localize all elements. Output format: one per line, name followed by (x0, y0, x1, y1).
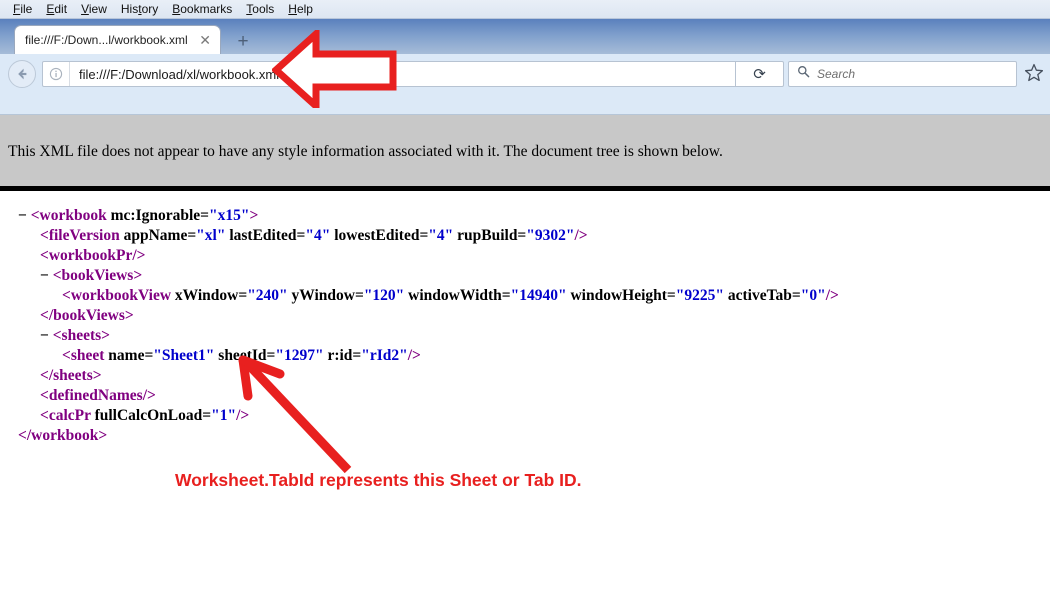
menu-item-history[interactable]: History (114, 1, 165, 17)
bookmark-star-icon (1023, 71, 1045, 88)
close-icon[interactable]: ✕ (196, 33, 214, 47)
xml-attribute-value: "4" (428, 227, 453, 244)
xml-attribute-name: rupBuild= (453, 227, 526, 244)
browser-window: FileEditViewHistoryBookmarksToolsHelp fi… (0, 0, 1050, 600)
xml-attribute-value: "4" (305, 227, 330, 244)
search-box[interactable]: Search (788, 61, 1017, 87)
xml-line: </workbook> (18, 426, 107, 446)
xml-line: <workbookPr/> (40, 246, 146, 266)
xml-attribute-name: xWindow= (171, 287, 247, 304)
xml-tag: </sheets> (40, 367, 102, 384)
search-icon (797, 65, 810, 83)
xml-line: − <sheets> (40, 326, 110, 346)
xml-line: <definedNames/> (40, 386, 156, 406)
menu-accelerator: F (13, 2, 20, 16)
xml-tag: <workbookPr/> (40, 247, 146, 264)
xml-tag: <sheet (62, 347, 104, 364)
menu-item-view[interactable]: View (74, 1, 114, 17)
xml-attribute-name: appName= (120, 227, 196, 244)
xml-attribute-value: "0" (801, 287, 826, 304)
xml-line: − <bookViews> (40, 266, 142, 286)
xml-line: </sheets> (40, 366, 102, 386)
xml-attribute-value: "Sheet1" (153, 347, 214, 364)
xml-attribute-value: "240" (247, 287, 287, 304)
xml-attribute-name: fullCalcOnLoad= (91, 407, 211, 424)
xml-attribute-name: windowWidth= (404, 287, 510, 304)
xml-attribute-value: "rId2" (361, 347, 408, 364)
xml-line: <fileVersion appName="xl" lastEdited="4"… (40, 226, 588, 246)
xml-attribute-name: mc:Ignorable= (107, 207, 209, 224)
menu-item-tools[interactable]: Tools (239, 1, 281, 17)
xml-tag: <bookViews> (53, 267, 142, 284)
info-circle-icon[interactable] (43, 62, 70, 86)
xml-tag: <calcPr (40, 407, 91, 424)
xml-line: <calcPr fullCalcOnLoad="1"/> (40, 406, 249, 426)
xml-attribute-name: yWindow= (288, 287, 364, 304)
new-tab-button[interactable]: + (228, 29, 258, 54)
xml-attribute-value: "14940" (511, 287, 567, 304)
url-text: file:///F:/Download/xl/workbook.xml (70, 67, 279, 82)
collapse-toggle-icon[interactable]: − (18, 207, 31, 224)
reload-icon: ⟳ (753, 65, 766, 83)
xml-attribute-value: "9302" (526, 227, 574, 244)
xml-attribute-value: "xl" (196, 227, 225, 244)
menu-item-help[interactable]: Help (281, 1, 320, 17)
tab-title: file:///F:/Down...l/workbook.xml (25, 33, 196, 47)
xml-attribute-name: activeTab= (724, 287, 801, 304)
xml-attribute-value: "120" (364, 287, 404, 304)
xml-tag: <workbook (31, 207, 107, 224)
tab-strip: file:///F:/Down...l/workbook.xml ✕ + (0, 19, 1050, 54)
xml-line: </bookViews> (40, 306, 134, 326)
menu-accelerator: H (288, 2, 297, 16)
menu-item-edit[interactable]: Edit (39, 1, 74, 17)
xml-tag: /> (575, 227, 588, 244)
xml-tag: /> (826, 287, 839, 304)
xml-attribute-value: "9225" (676, 287, 724, 304)
menu-accelerator: T (246, 2, 252, 16)
menu-accelerator: B (172, 2, 180, 16)
xml-line: − <workbook mc:Ignorable="x15"> (18, 206, 258, 226)
menu-bar: FileEditViewHistoryBookmarksToolsHelp (0, 0, 1050, 19)
xml-attribute-name: name= (104, 347, 153, 364)
xml-style-notice-bar: This XML file does not appear to have an… (0, 115, 1050, 186)
collapse-toggle-icon[interactable]: − (40, 267, 53, 284)
sheetid-callout-arrow (228, 352, 358, 476)
bookmark-button[interactable] (1023, 62, 1047, 86)
xml-tag: </workbook> (18, 427, 107, 444)
browser-tab-workbook-xml[interactable]: file:///F:/Down...l/workbook.xml ✕ (14, 25, 221, 54)
menu-accelerator: E (46, 2, 54, 16)
xml-attribute-name: lowestEdited= (330, 227, 428, 244)
url-callout-arrow (272, 30, 398, 108)
menu-item-file[interactable]: File (6, 1, 39, 17)
back-button[interactable] (8, 60, 36, 88)
xml-tag: <sheets> (53, 327, 110, 344)
xml-tag: > (249, 207, 258, 224)
xml-tag: /> (408, 347, 421, 364)
xml-attribute-name: windowHeight= (567, 287, 676, 304)
menu-accelerator: t (138, 2, 141, 16)
xml-attribute-name: lastEdited= (225, 227, 305, 244)
search-input-placeholder[interactable]: Search (817, 67, 855, 81)
menu-accelerator: V (81, 2, 89, 16)
xml-line: <workbookView xWindow="240" yWindow="120… (62, 286, 839, 306)
xml-attribute-value: "x15" (209, 207, 249, 224)
xml-style-notice-text: This XML file does not appear to have an… (8, 143, 723, 161)
xml-tag: <definedNames/> (40, 387, 156, 404)
back-arrow-icon (9, 66, 35, 82)
reload-button[interactable]: ⟳ (736, 61, 784, 87)
xml-tag: </bookViews> (40, 307, 134, 324)
menu-item-bookmarks[interactable]: Bookmarks (165, 1, 239, 17)
xml-tree: − <workbook mc:Ignorable="x15"><fileVers… (0, 191, 1050, 600)
collapse-toggle-icon[interactable]: − (40, 327, 53, 344)
xml-tag: <workbookView (62, 287, 171, 304)
xml-tag: <fileVersion (40, 227, 120, 244)
